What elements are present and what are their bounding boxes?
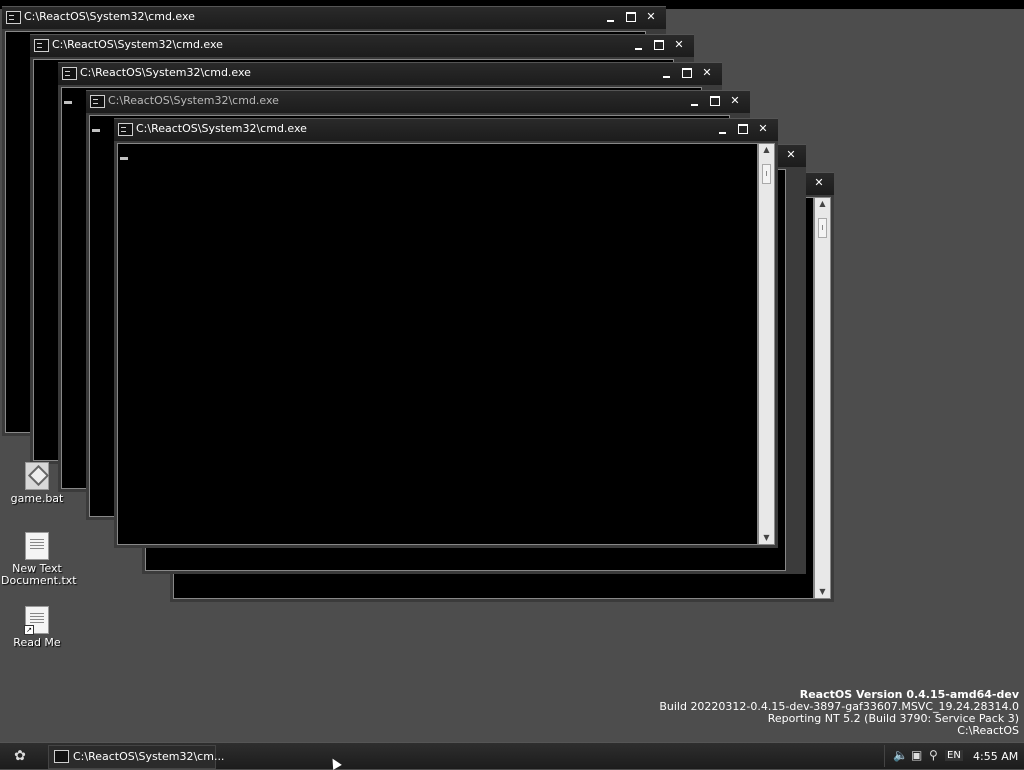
scroll-up-arrow-icon[interactable]: ▲ <box>815 198 830 210</box>
console-app-icon[interactable] <box>6 11 21 24</box>
close-button[interactable]: ✕ <box>812 176 826 190</box>
maximize-button[interactable] <box>736 122 750 136</box>
desktop-icon-new-text-document[interactable]: New Text Document.txt <box>1 532 77 587</box>
close-button[interactable]: ✕ <box>700 66 714 80</box>
text-cursor <box>92 129 100 132</box>
scroll-thumb[interactable] <box>762 164 771 184</box>
minimize-button[interactable] <box>716 122 730 136</box>
console-app-icon[interactable] <box>90 95 105 108</box>
close-button[interactable]: ✕ <box>756 122 770 136</box>
vertical-scrollbar[interactable]: ▲ ▼ <box>814 197 831 599</box>
minimize-button[interactable] <box>604 10 618 24</box>
title-bar[interactable]: C:\ReactOS\System32\cmd.exe ✕ <box>30 34 694 57</box>
desktop-icon-read-me[interactable]: ↗ Read Me <box>1 606 73 649</box>
minimize-button[interactable] <box>688 94 702 108</box>
title-bar[interactable]: C:\ReactOS\System32\cmd.exe ✕ <box>2 6 666 29</box>
vertical-scrollbar[interactable]: ▲ ▼ <box>758 143 775 545</box>
console-app-icon <box>54 750 69 763</box>
scroll-down-arrow-icon[interactable]: ▼ <box>815 586 830 598</box>
close-button[interactable]: ✕ <box>644 10 658 24</box>
taskbar: ✿ C:\ReactOS\System32\cm... 🔈 ▣ ⚲ EN 4:5… <box>0 742 1024 769</box>
shortcut-arrow-icon: ↗ <box>24 625 34 635</box>
close-button[interactable]: ✕ <box>728 94 742 108</box>
window-title: C:\ReactOS\System32\cmd.exe <box>108 94 279 107</box>
volume-icon[interactable]: 🔈 <box>893 748 908 762</box>
console-app-icon[interactable] <box>118 123 133 136</box>
desktop-icon-game-bat[interactable]: game.bat <box>1 462 73 505</box>
scroll-thumb[interactable] <box>818 218 827 238</box>
minimize-button[interactable] <box>660 66 674 80</box>
batch-file-icon <box>25 462 49 490</box>
window-title: C:\ReactOS\System32\cmd.exe <box>136 122 307 135</box>
safely-remove-hardware-icon[interactable]: ⚲ <box>929 748 938 762</box>
close-button[interactable]: ✕ <box>672 38 686 52</box>
text-cursor <box>120 157 128 160</box>
close-button[interactable]: ✕ <box>784 148 798 162</box>
maximize-button[interactable] <box>624 10 638 24</box>
window-title: C:\ReactOS\System32\cmd.exe <box>52 38 223 51</box>
clock[interactable]: 4:55 AM <box>973 750 1018 763</box>
taskbar-button-cmd[interactable]: C:\ReactOS\System32\cm... <box>48 745 224 769</box>
window-title: C:\ReactOS\System32\cmd.exe <box>80 66 251 79</box>
network-icon[interactable]: ▣ <box>911 748 922 762</box>
text-document-icon <box>25 532 49 560</box>
title-bar[interactable]: C:\ReactOS\System32\cmd.exe ✕ <box>58 62 722 85</box>
language-indicator[interactable]: EN <box>945 750 963 761</box>
title-bar[interactable]: C:\ReactOS\System32\cmd.exe ✕ <box>114 118 778 141</box>
minimize-button[interactable] <box>632 38 646 52</box>
console-area[interactable] <box>117 143 758 545</box>
desktop-icon-label: game.bat <box>10 492 64 505</box>
cmd-window-active[interactable]: C:\ReactOS\System32\cmd.exe ✕ ▲ ▼ <box>114 118 778 548</box>
taskbar-button-label: C:\ReactOS\System32\cm... <box>73 750 225 763</box>
maximize-button[interactable] <box>652 38 666 52</box>
version-path: C:\ReactOS <box>957 724 1019 737</box>
console-app-icon[interactable] <box>34 39 49 52</box>
scroll-down-arrow-icon[interactable]: ▼ <box>759 532 774 544</box>
title-bar[interactable]: C:\ReactOS\System32\cmd.exe ✕ <box>86 90 750 113</box>
window-title: C:\ReactOS\System32\cmd.exe <box>24 10 195 23</box>
scroll-up-arrow-icon[interactable]: ▲ <box>759 144 774 156</box>
desktop-icon-label: New Text Document.txt <box>1 562 77 587</box>
maximize-button[interactable] <box>708 94 722 108</box>
shortcut-document-icon: ↗ <box>24 606 49 635</box>
start-button[interactable]: ✿ <box>10 748 30 765</box>
desktop-icon-label: Read Me <box>13 636 61 649</box>
console-app-icon[interactable] <box>62 67 77 80</box>
system-tray: 🔈 ▣ ⚲ EN 4:55 AM <box>884 745 1024 767</box>
maximize-button[interactable] <box>680 66 694 80</box>
version-info: ReactOS Version 0.4.15-amd64-dev Build 2… <box>659 689 1019 737</box>
text-cursor <box>64 101 72 104</box>
